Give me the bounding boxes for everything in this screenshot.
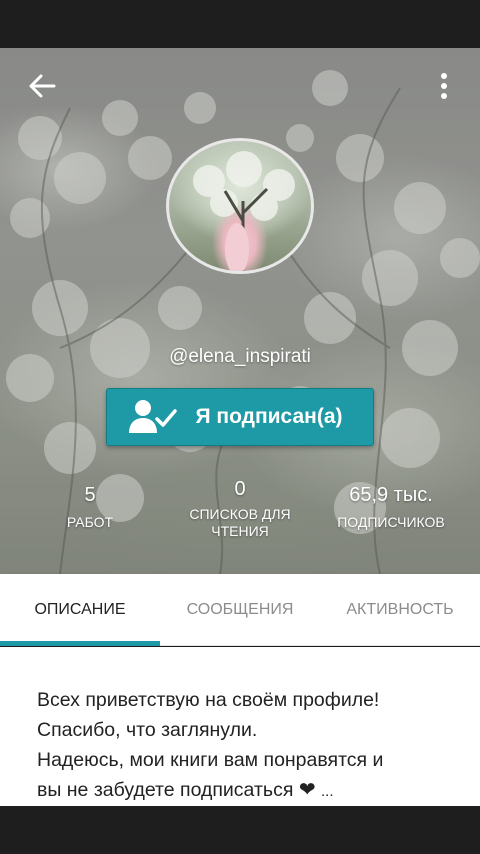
stat-label: РАБОТ — [66, 514, 114, 530]
navigation-bar — [0, 806, 480, 854]
description-line: Надеюсь, мои книги вам понравятся и — [37, 749, 384, 771]
heart-icon: ❤ — [298, 779, 316, 801]
profile-description[interactable]: Всех приветствую на своём профиле! Спаси… — [37, 685, 457, 807]
stat-value: 0 — [234, 478, 246, 500]
stat-label-line: СПИСКОВ ДЛЯ — [189, 506, 291, 522]
arrow-left-icon — [29, 74, 56, 98]
description-line: вы не забудете подписаться ❤ ... — [37, 775, 457, 807]
follow-status-button[interactable]: Я подписан(а) — [106, 388, 374, 446]
tab-description[interactable]: ОПИСАНИЕ — [0, 574, 160, 646]
description-line: Спасибо, что заглянули. — [37, 719, 258, 741]
active-tab-indicator — [0, 641, 160, 646]
stat-value: 65,9 тыс. — [349, 484, 433, 506]
back-button[interactable] — [24, 68, 60, 104]
stat-label: ПОДПИСЧИКОВ — [337, 514, 445, 530]
username: @elena_inspirati — [169, 346, 311, 367]
profile-header: @elena_inspirati Я подписан(а) 5 РАБОТ 0… — [0, 48, 480, 574]
stat-value: 5 — [84, 484, 96, 506]
status-bar — [0, 0, 480, 48]
follow-button-label: Я подписан(а) — [195, 405, 343, 428]
more-options-button[interactable] — [428, 68, 460, 104]
stat-followers[interactable]: 65,9 тыс. ПОДПИСЧИКОВ — [316, 482, 466, 531]
stat-reading-lists[interactable]: 0 СПИСКОВ ДЛЯ ЧТЕНИЯ — [165, 476, 315, 540]
description-line: Всех приветствую на своём профиле! — [37, 689, 380, 711]
stat-works[interactable]: 5 РАБОТ — [15, 482, 165, 531]
avatar-photo — [193, 151, 295, 271]
profile-avatar[interactable] — [166, 138, 314, 274]
more-vertical-icon — [441, 73, 447, 99]
stat-label: СПИСКОВ ДЛЯ ЧТЕНИЯ — [165, 506, 315, 540]
more-ellipsis: ... — [321, 783, 334, 800]
description-text: вы не забудете подписаться — [37, 779, 294, 801]
profile-tabs: ОПИСАНИЕ СООБЩЕНИЯ АКТИВНОСТЬ — [0, 574, 480, 646]
user-check-icon — [129, 400, 177, 433]
tab-messages[interactable]: СООБЩЕНИЯ — [160, 574, 320, 646]
tab-activity[interactable]: АКТИВНОСТЬ — [320, 574, 480, 646]
description-panel: Всех приветствую на своём профиле! Спаси… — [0, 647, 480, 806]
stat-label-line: ЧТЕНИЯ — [211, 523, 269, 539]
